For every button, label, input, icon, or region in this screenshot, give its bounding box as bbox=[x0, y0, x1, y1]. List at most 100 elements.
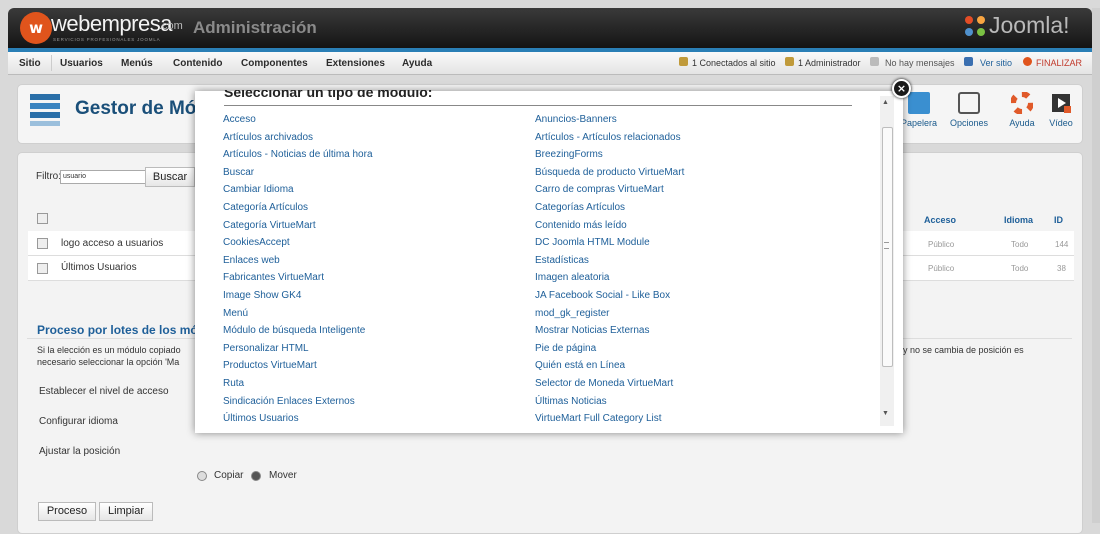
modal-close-button[interactable]: × bbox=[892, 79, 911, 98]
column-language-header[interactable]: Idioma bbox=[1004, 215, 1033, 225]
module-manager-icon bbox=[30, 94, 60, 126]
select-all-checkbox[interactable] bbox=[37, 213, 48, 224]
module-type-link[interactable]: Acceso bbox=[223, 114, 256, 125]
status-admin: 1 Administrador bbox=[798, 58, 861, 68]
module-type-link[interactable]: Estadísticas bbox=[535, 255, 589, 266]
module-type-link[interactable]: Productos VirtueMart bbox=[223, 360, 317, 371]
view-site-icon bbox=[964, 57, 973, 66]
batch-description-line1: Si la elección es un módulo copiado bbox=[37, 345, 181, 355]
menu-ayuda[interactable]: Ayuda bbox=[402, 58, 432, 69]
logout-icon bbox=[1023, 57, 1032, 66]
batch-section-title: Proceso por lotes de los módul bbox=[37, 323, 216, 337]
admin-title: Administración bbox=[193, 18, 317, 37]
module-type-link[interactable]: Cambiar Idioma bbox=[223, 184, 294, 195]
filter-label: Filtro: bbox=[36, 171, 61, 182]
menu-divider bbox=[51, 55, 52, 71]
module-type-link[interactable]: Ruta bbox=[223, 378, 244, 389]
row-language: Todo bbox=[1011, 240, 1029, 249]
module-type-link[interactable]: Últimos Usuarios bbox=[223, 413, 299, 424]
column-access-header[interactable]: Acceso bbox=[924, 215, 956, 225]
module-type-link[interactable]: Últimas Noticias bbox=[535, 396, 607, 407]
view-site-link[interactable]: Ver sitio bbox=[980, 58, 1012, 68]
page-title: Gestor de Mód bbox=[75, 98, 209, 119]
module-type-link[interactable]: Sindicación Enlaces Externos bbox=[223, 396, 355, 407]
menu-contenido[interactable]: Contenido bbox=[173, 58, 222, 69]
module-type-link[interactable]: Carro de compras VirtueMart bbox=[535, 184, 664, 195]
copy-radio[interactable] bbox=[197, 471, 207, 481]
filter-input[interactable]: usuario bbox=[60, 170, 147, 184]
row-checkbox[interactable] bbox=[37, 238, 48, 249]
module-title-link[interactable]: logo acceso a usuarios bbox=[61, 238, 163, 249]
batch-description-line2: necesario seleccionar la opción 'Ma bbox=[37, 357, 180, 367]
module-type-link[interactable]: DC Joomla HTML Module bbox=[535, 237, 650, 248]
module-title-link[interactable]: Últimos Usuarios bbox=[61, 262, 137, 273]
logout-link[interactable]: FINALIZAR bbox=[1036, 58, 1082, 68]
module-type-link[interactable]: Image Show GK4 bbox=[223, 290, 301, 301]
menu-sitio[interactable]: Sitio bbox=[19, 58, 41, 69]
row-checkbox[interactable] bbox=[37, 263, 48, 274]
toolbar-trash-label: Papelera bbox=[900, 118, 938, 128]
clear-button[interactable]: Limpiar bbox=[99, 502, 153, 521]
module-type-link[interactable]: Menú bbox=[223, 308, 248, 319]
module-type-link[interactable]: Categoría VirtueMart bbox=[223, 220, 316, 231]
menu-extensiones[interactable]: Extensiones bbox=[326, 58, 385, 69]
module-type-link[interactable]: Fabricantes VirtueMart bbox=[223, 272, 324, 283]
scroll-up-arrow-icon[interactable]: ▲ bbox=[882, 99, 889, 106]
module-type-link[interactable]: Categoría Artículos bbox=[223, 202, 308, 213]
module-type-link[interactable]: JA Facebook Social - Like Box bbox=[535, 290, 670, 301]
module-type-link[interactable]: BreezingForms bbox=[535, 149, 603, 160]
toolbar-video-label: Vídeo bbox=[1049, 118, 1073, 128]
scroll-down-arrow-icon[interactable]: ▼ bbox=[882, 410, 889, 417]
language-label: Configurar idioma bbox=[39, 416, 118, 427]
help-icon bbox=[1011, 92, 1033, 114]
module-type-link[interactable]: Artículos - Noticias de última hora bbox=[223, 149, 373, 160]
column-id-header[interactable]: ID bbox=[1054, 215, 1063, 225]
module-type-link[interactable]: mod_gk_register bbox=[535, 308, 609, 319]
menu-menus[interactable]: Menús bbox=[121, 58, 153, 69]
module-type-link[interactable]: Selector de Moneda VirtueMart bbox=[535, 378, 673, 389]
module-type-link[interactable]: Contenido más leído bbox=[535, 220, 627, 231]
modal-title: Seleccionar un tipo de módulo: bbox=[224, 90, 433, 100]
logo-tagline: SERVICIOS PROFESIONALES JOOMLA bbox=[53, 37, 161, 42]
row-id: 144 bbox=[1055, 240, 1069, 249]
module-type-link[interactable]: Anuncios-Banners bbox=[535, 114, 617, 125]
logo-text[interactable]: webempresa bbox=[51, 11, 172, 37]
status-connected: 1 Conectados al sitio bbox=[692, 58, 776, 68]
toolbar-options-button[interactable]: Opciones bbox=[946, 92, 992, 136]
module-type-link[interactable]: Artículos - Artículos relacionados bbox=[535, 132, 681, 143]
module-type-link[interactable]: Imagen aleatoria bbox=[535, 272, 610, 283]
process-button[interactable]: Proceso bbox=[38, 502, 96, 521]
options-icon bbox=[958, 92, 980, 114]
module-type-link[interactable]: Mostrar Noticias Externas bbox=[535, 325, 649, 336]
module-type-link[interactable]: Búsqueda de producto VirtueMart bbox=[535, 167, 684, 178]
module-type-link[interactable]: Quién está en Línea bbox=[535, 360, 625, 371]
batch-description-right: y no se cambia de posición es bbox=[903, 345, 1024, 355]
toolbar-video-button[interactable]: Vídeo bbox=[1038, 92, 1084, 136]
module-type-link[interactable]: CookiesAccept bbox=[223, 237, 290, 248]
module-type-link[interactable]: Categorías Artículos bbox=[535, 202, 625, 213]
webempresa-logo-icon[interactable]: w bbox=[20, 12, 52, 44]
module-type-link[interactable]: Personalizar HTML bbox=[223, 343, 309, 354]
joomla-logo-icon bbox=[965, 16, 985, 36]
module-type-link[interactable]: Artículos archivados bbox=[223, 132, 313, 143]
window-edge bbox=[1092, 8, 1100, 523]
module-type-link[interactable]: VirtueMart Full Category List bbox=[535, 413, 662, 424]
copy-label: Copiar bbox=[214, 470, 244, 481]
status-messages[interactable]: No hay mensajes bbox=[885, 58, 955, 68]
admin-menubar: Sitio Usuarios Menús Contenido Component… bbox=[8, 52, 1092, 75]
mail-icon bbox=[870, 57, 879, 66]
toolbar-help-label: Ayuda bbox=[1009, 118, 1035, 128]
modal-heading: Seleccionar un tipo de módulo: bbox=[224, 90, 852, 106]
module-type-link[interactable]: Buscar bbox=[223, 167, 254, 178]
logo-suffix: .com bbox=[159, 20, 183, 32]
move-radio[interactable] bbox=[251, 471, 261, 481]
menu-componentes[interactable]: Componentes bbox=[241, 58, 308, 69]
position-label: Ajustar la posición bbox=[39, 446, 121, 457]
module-type-link[interactable]: Módulo de búsqueda Inteligente bbox=[223, 325, 365, 336]
search-button[interactable]: Buscar bbox=[145, 167, 195, 187]
users-icon bbox=[679, 57, 688, 66]
menu-usuarios[interactable]: Usuarios bbox=[60, 58, 103, 69]
module-type-link[interactable]: Enlaces web bbox=[223, 255, 280, 266]
module-type-link[interactable]: Pie de página bbox=[535, 343, 596, 354]
row-language: Todo bbox=[1011, 264, 1029, 273]
